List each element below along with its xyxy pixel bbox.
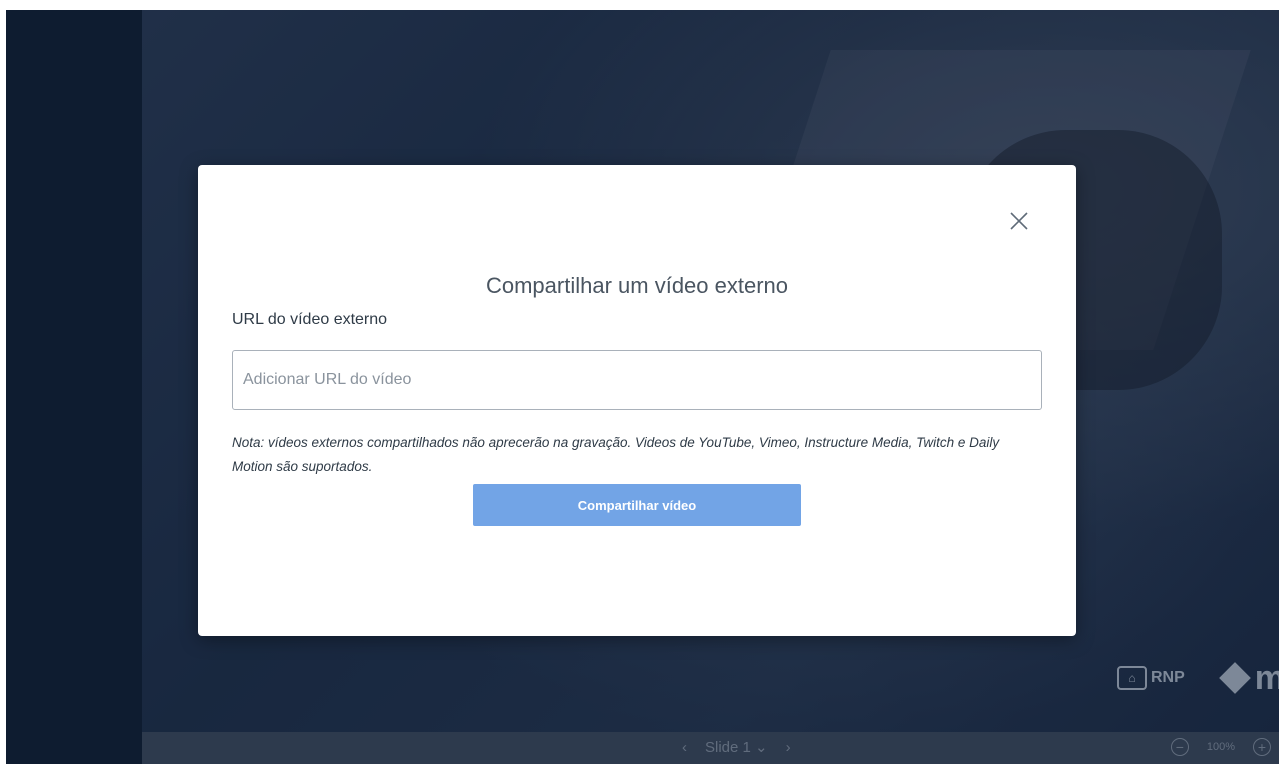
modal-title: Compartilhar um vídeo externo bbox=[485, 273, 789, 298]
url-field-label: URL do vídeo externo bbox=[232, 311, 388, 328]
note-text: Nota: vídeos externos compartilhados não… bbox=[232, 435, 1000, 474]
close-icon bbox=[1010, 212, 1028, 230]
share-video-button[interactable]: Compartilhar vídeo bbox=[473, 484, 801, 526]
video-url-input[interactable] bbox=[232, 350, 1042, 410]
share-external-video-modal: Compartilhar um vídeo externo URL do víd… bbox=[198, 165, 1076, 636]
close-button[interactable] bbox=[1005, 207, 1033, 235]
